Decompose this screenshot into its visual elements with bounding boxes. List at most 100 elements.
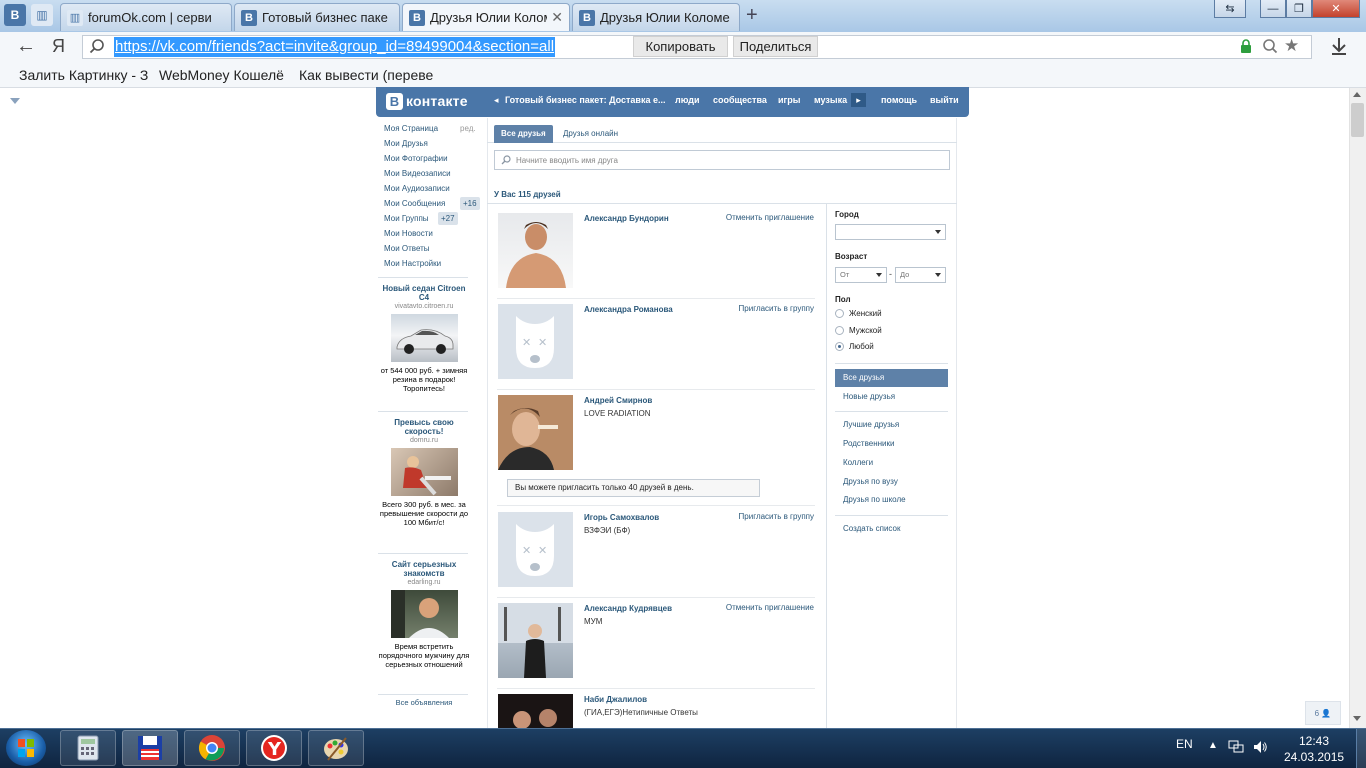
menu-item-answers[interactable]: Мои Ответы (384, 242, 484, 257)
radio-female[interactable]: Женский (835, 309, 882, 318)
scroll-up-icon[interactable] (1353, 92, 1361, 97)
vk-logo[interactable]: В контакте (386, 91, 468, 111)
edit-link[interactable]: ред. (460, 122, 476, 135)
radio-male[interactable]: Мужской (835, 326, 882, 335)
menu-item-news[interactable]: Мои Новости (384, 227, 484, 242)
nav-music[interactable]: музыка (814, 95, 847, 105)
taskbar-calculator[interactable] (60, 730, 116, 766)
list-school-friends[interactable]: Друзья по школе (835, 491, 948, 509)
nav-more-icon[interactable]: ▸ (851, 93, 866, 107)
ad-image-man[interactable] (390, 590, 458, 638)
network-icon[interactable] (1228, 740, 1244, 754)
page-menu-arrow-icon[interactable] (10, 98, 20, 104)
list-colleagues[interactable]: Коллеги (835, 454, 948, 472)
close-tab-icon[interactable]: ✕ (551, 9, 563, 26)
back-button[interactable]: ← (16, 35, 36, 58)
menu-item-photos[interactable]: Мои Фотографии (384, 152, 484, 167)
nav-people[interactable]: люди (675, 95, 700, 105)
scroll-down-icon[interactable] (1353, 716, 1361, 721)
all-ads-link[interactable]: Все объявления (378, 698, 470, 707)
pinned-tab-vk[interactable]: В (4, 4, 26, 26)
volume-icon[interactable] (1252, 739, 1268, 755)
friend-name[interactable]: Наби Джалилов (584, 695, 647, 704)
menu-item-audio[interactable]: Мои Аудиозаписи (384, 182, 484, 197)
tab-all-friends[interactable]: Все друзья (494, 125, 553, 143)
url-text[interactable]: https://vk.com/friends?act=invite&group_… (114, 37, 556, 57)
menu-item-groups[interactable]: Мои Группы +27 (384, 212, 484, 227)
friend-search-input[interactable]: Начните вводить имя друга (494, 150, 950, 170)
language-indicator[interactable]: EN (1176, 737, 1193, 751)
taskbar-yandex-browser[interactable]: Y (246, 730, 302, 766)
maximize-button[interactable]: ❐ (1286, 0, 1312, 18)
show-desktop-button[interactable] (1356, 729, 1366, 768)
friend-avatar-placeholder[interactable]: ✕ ✕ (498, 304, 573, 379)
friend-name[interactable]: Александра Романова (584, 305, 673, 314)
section-all-friends[interactable]: Все друзья (835, 369, 948, 387)
menu-item-videos[interactable]: Мои Видеозаписи (384, 167, 484, 182)
menu-item-messages[interactable]: Мои Сообщения +16 (384, 197, 484, 212)
create-list-link[interactable]: Создать список (835, 520, 948, 538)
menu-item-my-page[interactable]: Моя Страница ред. (384, 122, 484, 137)
bookmark-item[interactable]: Как вывести (переве (299, 67, 433, 83)
ad-title[interactable]: Новый седан Citroen C4 (378, 284, 470, 302)
share-button[interactable]: Поделиться (733, 36, 818, 57)
star-icon[interactable]: ★ (1284, 36, 1299, 56)
ad-block-edarling[interactable]: Сайт серьезных знакомств edarling.ru Вре… (378, 560, 470, 669)
taskbar-paint[interactable] (308, 730, 364, 766)
cancel-invite-link[interactable]: Отменить приглашение (726, 603, 814, 612)
nav-help[interactable]: помощь (881, 95, 917, 105)
friend-name[interactable]: Александр Бундорин (584, 214, 669, 223)
invite-to-group-link[interactable]: Пригласить в группу (739, 512, 814, 521)
bookmark-item[interactable]: Залить Картинку - З (19, 67, 148, 83)
menu-item-friends[interactable]: Мои Друзья (384, 137, 484, 152)
section-new-friends[interactable]: Новые друзья (835, 388, 948, 406)
nav-group-link[interactable]: Готовый бизнес пакет: Доставка е... (505, 95, 665, 105)
taskbar-chrome[interactable] (184, 730, 240, 766)
tab-business-package[interactable]: В Готовый бизнес паке (234, 3, 400, 31)
ad-title[interactable]: Превысь свою скорость! (378, 418, 470, 436)
friend-name[interactable]: Андрей Смирнов (584, 396, 652, 405)
list-university-friends[interactable]: Друзья по вузу (835, 473, 948, 491)
nav-games[interactable]: игры (778, 95, 800, 105)
taskbar-file-manager[interactable] (122, 730, 178, 766)
friend-name[interactable]: Игорь Самохвалов (584, 513, 659, 522)
online-friends-widget[interactable]: 6 👤 (1305, 701, 1341, 725)
start-button[interactable] (6, 730, 46, 766)
list-relatives[interactable]: Родственники (835, 435, 948, 453)
nav-logout[interactable]: выйти (930, 95, 959, 105)
nav-communities[interactable]: сообщества (713, 95, 767, 105)
vertical-scrollbar[interactable] (1349, 88, 1366, 728)
tab-friends[interactable]: В Друзья Юлии Коломе (572, 3, 740, 31)
bookmark-item[interactable]: WebMoney Кошелё (159, 67, 284, 83)
city-select[interactable] (835, 224, 946, 240)
ad-image-woman[interactable] (390, 448, 458, 496)
friend-name[interactable]: Александр Кудрявцев (584, 604, 672, 613)
invite-to-group-link[interactable]: Пригласить в группу (739, 304, 814, 313)
age-to-select[interactable]: До (895, 267, 946, 283)
new-tab-button[interactable]: + (746, 4, 758, 27)
age-from-select[interactable]: От (835, 267, 887, 283)
yandex-button[interactable]: Я (52, 36, 65, 57)
list-best-friends[interactable]: Лучшие друзья (835, 416, 948, 434)
clock[interactable]: 12:43 24.03.2015 (1284, 733, 1344, 765)
ad-block-citroen[interactable]: Новый седан Citroen C4 vivatavto.citroen… (378, 284, 470, 393)
tab-friends-active[interactable]: В Друзья Юлии Коломе ✕ (402, 3, 570, 31)
friend-avatar[interactable] (498, 694, 573, 728)
tab-forumok[interactable]: ▥ forumOk.com | серви (60, 3, 232, 31)
scrollbar-thumb[interactable] (1351, 103, 1364, 137)
zoom-icon[interactable] (1262, 38, 1278, 54)
friend-avatar-placeholder[interactable]: ✕ ✕ (498, 512, 573, 587)
copy-button[interactable]: Копировать (633, 36, 728, 57)
tray-expand-icon[interactable]: ▲ (1208, 740, 1218, 751)
swap-icon[interactable]: ⇆ (1214, 0, 1246, 18)
tab-friends-online[interactable]: Друзья онлайн (556, 125, 625, 143)
close-button[interactable]: ✕ (1312, 0, 1360, 18)
pinned-tab-books[interactable]: ▥ (31, 4, 53, 26)
download-icon[interactable] (1330, 36, 1348, 56)
menu-item-settings[interactable]: Мои Настройки (384, 257, 484, 272)
ad-block-domru[interactable]: Превысь свою скорость! domru.ru Всего 30… (378, 418, 470, 527)
ad-image-car[interactable] (390, 314, 458, 362)
nav-back-icon[interactable]: ◂ (494, 95, 499, 106)
radio-any[interactable]: Любой (835, 342, 874, 351)
cancel-invite-link[interactable]: Отменить приглашение (726, 213, 814, 222)
